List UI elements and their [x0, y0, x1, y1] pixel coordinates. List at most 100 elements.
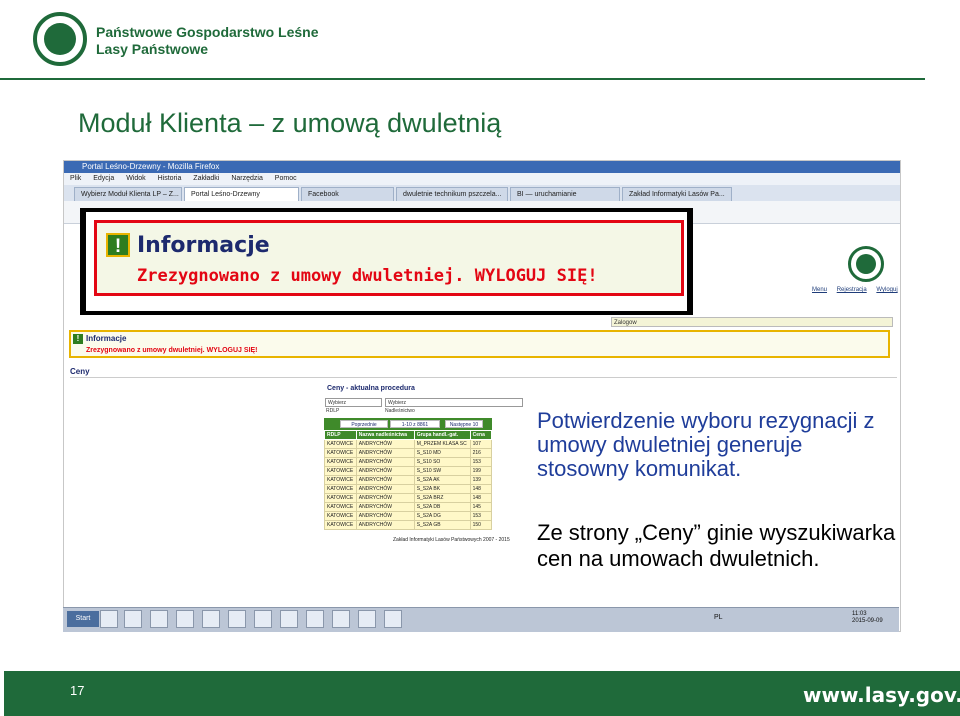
firefox-taskbar-icon[interactable]: [280, 610, 298, 628]
taskbar-app-icon[interactable]: [124, 610, 142, 628]
cell: 199: [469, 466, 493, 476]
cell: KATOWICE: [324, 457, 357, 467]
cell: 139: [469, 475, 493, 485]
next-page-button[interactable]: Następne 10: [445, 420, 483, 428]
menu-item[interactable]: Historia: [158, 175, 182, 182]
annotation-text-1: Potwierdzenie wyboru rezygnacji z umowy …: [537, 408, 875, 481]
cell: ANDRYCHÓW: [355, 520, 415, 530]
clock-time: 11:03: [852, 611, 867, 617]
taskbar-app-icon[interactable]: [384, 610, 402, 628]
keyboard-language[interactable]: PL: [714, 614, 723, 621]
cell: KATOWICE: [324, 466, 357, 476]
menu-item[interactable]: Plik: [70, 175, 81, 182]
cell: ANDRYCHÓW: [355, 475, 415, 485]
table-row: KATOWICE ANDRYCHÓW S_S2A BRZ 148: [324, 493, 493, 503]
table-row: KATOWICE ANDRYCHÓW S_S2A AK 139: [324, 475, 493, 485]
procedure-title: Ceny - aktualna procedura: [327, 385, 415, 392]
cell: KATOWICE: [324, 484, 357, 494]
cell: ANDRYCHÓW: [355, 439, 415, 449]
rdlp-label: RDLP: [326, 408, 340, 414]
section-title-ceny: Ceny: [70, 367, 90, 376]
browser-tab[interactable]: BI — uruchamianie: [510, 187, 620, 201]
menu-item[interactable]: Pomoc: [275, 175, 297, 182]
cell: 153: [469, 511, 493, 521]
table-row: KATOWICE ANDRYCHÓW S_S10 SO 153: [324, 457, 493, 467]
nadlesnictwo-select[interactable]: Wybierz: [385, 398, 523, 407]
cell: S_S2A AK: [413, 475, 471, 485]
menu-item[interactable]: Widok: [126, 175, 145, 182]
portal-top-links: Menu Rejestracja Wyloguj: [812, 287, 906, 293]
nadlesnictwo-label: Nadleśnictwo: [385, 408, 415, 414]
taskbar-app-icon[interactable]: [150, 610, 168, 628]
page-number: 17: [70, 683, 85, 698]
cell: M_PRZEM KLASA SC: [413, 439, 471, 449]
cell: KATOWICE: [324, 493, 357, 503]
cell: KATOWICE: [324, 475, 357, 485]
org-name-line1: Państwowe Gospodarstwo Leśne: [96, 24, 319, 40]
login-status-bar: Zalogow: [611, 317, 893, 327]
link-menu[interactable]: Menu: [812, 287, 827, 293]
menu-item[interactable]: Edycja: [93, 175, 114, 182]
col-header-rdlp[interactable]: RDLP: [324, 430, 357, 440]
table-row: KATOWICE ANDRYCHÓW S_S2A BK 148: [324, 484, 493, 494]
cell: KATOWICE: [324, 502, 357, 512]
header-divider: [0, 78, 925, 80]
warning-icon: !: [73, 334, 83, 344]
cell: S_S2A BK: [413, 484, 471, 494]
browser-tab-active[interactable]: Portal Leśno-Drzewny: [184, 187, 299, 201]
rdlp-select[interactable]: Wybierz: [325, 398, 382, 407]
prices-table: RDLP Nazwa nadleśnictwa Grupa handl.-gat…: [324, 430, 493, 530]
col-header-grupa[interactable]: Grupa handl.-gat.: [413, 430, 471, 440]
cell: S_S10 MD: [413, 448, 471, 458]
start-button[interactable]: Start: [67, 611, 99, 627]
cell: 150: [469, 520, 493, 530]
cell: ANDRYCHÓW: [355, 448, 415, 458]
page-range-select[interactable]: 1-10 z 8861: [390, 420, 440, 428]
taskbar-app-icon[interactable]: [100, 610, 118, 628]
pdf-taskbar-icon[interactable]: [358, 610, 376, 628]
slide-title: Moduł Klienta – z umową dwuletnią: [78, 108, 502, 138]
link-wyloguj[interactable]: Wyloguj: [876, 287, 897, 293]
cell: KATOWICE: [324, 511, 357, 521]
cell: ANDRYCHÓW: [355, 484, 415, 494]
cell: KATOWICE: [324, 448, 357, 458]
link-rejestracja[interactable]: Rejestracja: [837, 287, 867, 293]
system-clock[interactable]: 11:03 2015-09-09: [852, 611, 883, 625]
menu-item[interactable]: Zakładki: [193, 175, 219, 182]
browser-title-bar: Portal Leśno-Drzewny - Mozilla Firefox: [64, 161, 900, 173]
table-row: KATOWICE ANDRYCHÓW M_PRZEM KLASA SC 107: [324, 439, 493, 449]
dialog-message: Zrezygnowano z umowy dwuletniej. WYLOGUJ…: [137, 266, 598, 286]
browser-tab[interactable]: Zakład Informatyki Lasów Pa...: [622, 187, 732, 201]
cell: 148: [469, 493, 493, 503]
taskbar-app-icon[interactable]: [202, 610, 220, 628]
cell: KATOWICE: [324, 439, 357, 449]
taskbar-app-icon[interactable]: [332, 610, 350, 628]
info-panel-title: Informacje: [86, 334, 127, 343]
cell: ANDRYCHÓW: [355, 502, 415, 512]
taskbar-app-icon[interactable]: [176, 610, 194, 628]
cell: 107: [469, 439, 493, 449]
cell: 216: [469, 448, 493, 458]
table-header-row: RDLP Nazwa nadleśnictwa Grupa handl.-gat…: [324, 430, 493, 440]
col-header-cena[interactable]: Cena: [469, 430, 493, 440]
prev-page-button[interactable]: Poprzednie: [340, 420, 388, 428]
taskbar-app-icon[interactable]: [306, 610, 324, 628]
warning-icon: !: [106, 233, 130, 257]
browser-tab-strip: Wybierz Moduł Klienta LP – Z... Portal L…: [64, 185, 900, 201]
table-row: KATOWICE ANDRYCHÓW S_S10 SW 199: [324, 466, 493, 476]
browser-tab[interactable]: dwuletnie technikum pszczela...: [396, 187, 508, 201]
cell: ANDRYCHÓW: [355, 466, 415, 476]
menu-item[interactable]: Narzędzia: [231, 175, 263, 182]
section-divider: [70, 377, 897, 378]
browser-tab[interactable]: Wybierz Moduł Klienta LP – Z...: [74, 187, 182, 201]
cell: S_S10 SO: [413, 457, 471, 467]
clock-date: 2015-09-09: [852, 618, 883, 624]
browser-tab[interactable]: Facebook: [301, 187, 394, 201]
taskbar-app-icon[interactable]: [228, 610, 246, 628]
cell: 145: [469, 502, 493, 512]
col-header-nadlesnictwo[interactable]: Nazwa nadleśnictwa: [355, 430, 415, 440]
taskbar-app-icon[interactable]: [254, 610, 272, 628]
cell: S_S2A GB: [413, 520, 471, 530]
info-panel-message: Zrezygnowano z umowy dwuletniej. WYLOGUJ…: [86, 347, 258, 354]
cell: 153: [469, 457, 493, 467]
